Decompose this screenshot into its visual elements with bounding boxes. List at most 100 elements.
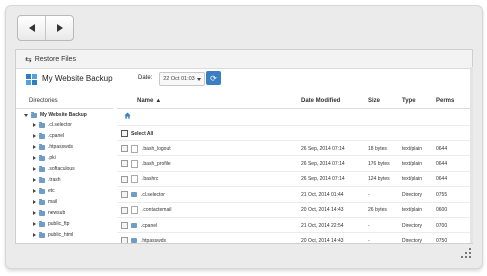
col-size-header[interactable]: Size: [368, 94, 380, 108]
tree-item[interactable]: .pki: [33, 153, 56, 163]
tree-item-label: etc: [48, 188, 55, 194]
panel-title: Restore Files: [34, 55, 76, 63]
date-label: Date:: [138, 75, 153, 81]
folder-icon: [39, 165, 45, 172]
site-icon: [26, 74, 37, 85]
row-checkbox[interactable]: [121, 160, 128, 168]
expand-icon: [33, 233, 36, 237]
tree-item[interactable]: public_ftp: [33, 219, 69, 229]
file-name[interactable]: .cl.selector: [141, 192, 165, 198]
expand-icon: [33, 222, 36, 226]
date-select[interactable]: 22 Oct 01:03: [159, 72, 205, 86]
file-type: text/plain: [402, 160, 423, 167]
sort-asc-icon: ▲: [155, 98, 162, 104]
directory-tree: My Website Backup .cl.selector .cpanel .ht…: [16, 109, 113, 243]
expand-icon: [33, 200, 36, 204]
tree-item[interactable]: public_html: [33, 230, 73, 240]
folder-icon: [131, 192, 137, 198]
refresh-button[interactable]: ⟳: [206, 71, 221, 85]
row-checkbox[interactable]: [121, 145, 128, 152]
folder-icon: [131, 223, 137, 228]
folder-icon: [39, 231, 45, 238]
restore-icon: ⇆: [25, 54, 32, 64]
folder-icon: [39, 154, 45, 161]
col-perms-header[interactable]: Perms: [436, 94, 454, 108]
file-type: Directory: [402, 191, 423, 198]
expand-icon: [33, 211, 36, 215]
file-size: 176 bytes: [368, 160, 390, 167]
tree-item[interactable]: mail: [33, 197, 57, 207]
folder-icon: [39, 220, 45, 227]
site-title: My Website Backup: [42, 74, 113, 83]
folder-icon: [39, 132, 45, 139]
tree-item[interactable]: tmp: [33, 241, 56, 243]
refresh-icon: ⟳: [210, 73, 217, 83]
file-date: 26 Sep, 2014 07:14: [301, 160, 345, 167]
file-name[interactable]: .cpanel: [141, 223, 157, 229]
tree-item[interactable]: etc: [33, 186, 55, 196]
file-size: 18 bytes: [368, 145, 387, 152]
col-type-header[interactable]: Type: [402, 94, 416, 108]
file-icon: [131, 144, 138, 153]
folder-icon: [39, 143, 45, 150]
file-name[interactable]: .bash_logout: [142, 146, 171, 152]
file-icon: [131, 159, 138, 168]
table-row[interactable]: .bashrc 26 Sep, 2014 07:14 124 bytes text/p…: [117, 170, 472, 187]
file-date: 20 Oct, 2014 14:43: [301, 237, 344, 244]
select-all-row[interactable]: Select All: [117, 125, 472, 141]
history-nav: [17, 15, 74, 41]
tree-item-label: public_html: [48, 232, 74, 238]
expand-icon: [33, 123, 36, 127]
tree-item-label: public_ftp: [48, 221, 70, 227]
back-button[interactable]: [18, 16, 45, 40]
directories-header: Directories: [16, 94, 113, 109]
tree-item[interactable]: newsub: [33, 208, 65, 218]
tree-root[interactable]: My Website Backup: [24, 110, 87, 120]
file-name[interactable]: .htpasswds: [141, 238, 166, 243]
file-perms: 0750: [436, 237, 448, 244]
file-name[interactable]: .bashrc: [142, 176, 158, 182]
tree-item[interactable]: .htpasswds: [33, 142, 73, 152]
arrow-left-icon: [28, 24, 35, 32]
tree-item-label: .cpanel: [48, 133, 65, 139]
expand-icon: [33, 145, 36, 149]
col-date-header[interactable]: Date Modified: [301, 94, 340, 108]
folder-icon: [39, 198, 45, 205]
forward-button[interactable]: [45, 16, 73, 40]
file-perms: 0755: [436, 191, 448, 198]
table-row[interactable]: .bash_profile 26 Sep, 2014 07:14 176 bytes…: [117, 155, 472, 171]
file-icon: [131, 206, 138, 215]
tree-item[interactable]: .cpanel: [33, 131, 64, 141]
select-all-checkbox[interactable]: [121, 130, 128, 137]
scrollbar[interactable]: [470, 67, 473, 243]
tree-item-label: .htpasswds: [48, 144, 74, 150]
row-checkbox[interactable]: [121, 175, 128, 183]
row-checkbox[interactable]: [121, 237, 128, 243]
tree-item[interactable]: .trash: [33, 175, 61, 185]
select-all-label: Select All: [131, 130, 154, 137]
tree-item[interactable]: .softaculous: [33, 164, 75, 174]
file-name[interactable]: .contactemail: [142, 207, 171, 213]
row-checkbox[interactable]: [121, 191, 128, 199]
table-row[interactable]: .bash_logout 26 Sep, 2014 07:14 18 bytes te…: [117, 140, 472, 156]
folder-icon: [131, 238, 137, 243]
table-row[interactable]: .cpanel 21 Oct, 2014 22:54 - Directory 0700: [117, 217, 472, 233]
file-size: -: [368, 222, 370, 229]
row-checkbox[interactable]: [121, 206, 128, 214]
table-row[interactable]: .contactemail 20 Oct, 2014 14:43 26 bytes t…: [117, 201, 472, 218]
col-name-header[interactable]: Name ▲: [137, 94, 161, 108]
folder-icon: [39, 187, 45, 194]
expand-icon: [33, 178, 36, 182]
file-size: -: [368, 191, 370, 198]
file-perms: 0600: [436, 207, 448, 214]
file-table: Name ▲ Date Modified Size Type Perms Sele…: [117, 94, 472, 243]
file-name[interactable]: .bash_profile: [142, 161, 171, 167]
tree-item[interactable]: .cl.selector: [33, 120, 72, 130]
folder-icon: [31, 111, 37, 118]
row-checkbox[interactable]: [121, 222, 128, 229]
home-icon[interactable]: [124, 112, 131, 119]
file-type: Directory: [402, 222, 423, 229]
table-row[interactable]: .htpasswds 20 Oct, 2014 14:43 - Directory 07…: [117, 232, 472, 244]
resize-grip-icon[interactable]: [459, 246, 473, 260]
table-row[interactable]: .cl.selector 21 Oct, 2014 01:44 - Directory…: [117, 186, 472, 202]
